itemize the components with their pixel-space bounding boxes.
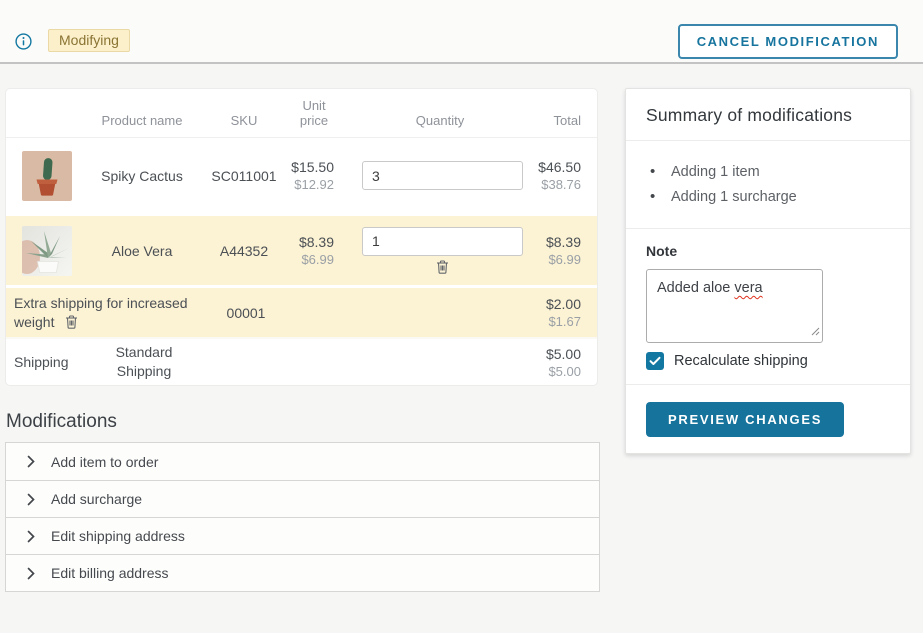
chevron-right-icon (27, 493, 35, 506)
chevron-right-icon (27, 567, 35, 580)
total-cell: $8.39 $6.99 (534, 234, 597, 267)
total-cell: $46.50 $38.76 (534, 159, 597, 192)
recalculate-shipping-checkbox-row[interactable]: Recalculate shipping (646, 352, 890, 370)
quantity-cell (346, 161, 534, 190)
surcharge-label: Extra shipping for increased weight (14, 295, 188, 330)
unit-price-cell: $15.50 $12.92 (284, 159, 346, 192)
total-cell: $5.00 $5.00 (206, 346, 597, 379)
note-textarea[interactable]: Added aloe vera (646, 269, 823, 343)
unit-price-cell: $8.39 $6.99 (284, 234, 346, 267)
shipping-method: Standard Shipping (82, 343, 206, 381)
top-status-bar: Modifying CANCEL MODIFICATION (0, 0, 923, 64)
panel-actions-section: PREVIEW CHANGES (626, 384, 910, 453)
aloe-vera-photo (22, 226, 72, 276)
recalculate-shipping-checkbox[interactable] (646, 352, 664, 370)
quantity-cell (346, 227, 534, 275)
preview-changes-button[interactable]: PREVIEW CHANGES (646, 402, 844, 437)
table-row-extra-shipping-surcharge: Extra shipping for increased weight 0000… (6, 285, 597, 337)
product-image-cell (6, 151, 80, 201)
delete-item-button[interactable] (435, 259, 450, 275)
misspelled-word: vera (734, 280, 762, 296)
spiky-cactus-photo (22, 151, 72, 201)
total-cell: $2.00 $1.67 (286, 296, 597, 329)
summary-panel-title: Summary of modifications (646, 105, 890, 126)
note-label: Note (646, 243, 890, 259)
column-header-sku: SKU (204, 113, 284, 128)
modifications-accordion: Add item to order Add surcharge Edit shi… (5, 442, 600, 592)
accordion-add-surcharge[interactable]: Add surcharge (6, 480, 599, 517)
surcharge-sku: 00001 (206, 305, 286, 321)
quantity-input-spiky-cactus[interactable] (362, 161, 523, 190)
table-row-shipping: Shipping Standard Shipping $5.00 $5.00 (6, 337, 597, 385)
shipping-row-label: Shipping (6, 354, 82, 370)
product-name: Aloe Vera (80, 243, 204, 259)
column-header-unit-price: Unit price (284, 98, 346, 128)
summary-bullets-section: Adding 1 item Adding 1 surcharge (626, 140, 910, 228)
column-header-product-name: Product name (80, 113, 204, 128)
info-icon[interactable] (15, 33, 32, 50)
checkmark-icon (649, 356, 661, 366)
chevron-right-icon (27, 455, 35, 468)
status-badge: Modifying (48, 29, 130, 52)
accordion-edit-billing-address[interactable]: Edit billing address (6, 554, 599, 591)
delete-surcharge-button[interactable] (64, 314, 79, 330)
recalculate-shipping-label: Recalculate shipping (674, 353, 808, 369)
textarea-resize-handle-icon[interactable] (811, 324, 820, 340)
chevron-right-icon (27, 530, 35, 543)
table-row-spiky-cactus: Spiky Cactus SC011001 $15.50 $12.92 $46.… (6, 137, 597, 213)
product-image-cell (6, 226, 80, 276)
trash-icon (435, 259, 450, 275)
summary-of-modifications-panel: Summary of modifications Adding 1 item A… (625, 88, 911, 454)
note-section: Note Added aloe vera Recalculate shippin… (626, 228, 910, 384)
quantity-input-aloe-vera[interactable] (362, 227, 523, 256)
table-header-row: Product name SKU Unit price Quantity Tot… (6, 89, 597, 137)
column-header-total: Total (534, 113, 597, 128)
summary-item: Adding 1 surcharge (646, 189, 890, 205)
summary-title-section: Summary of modifications (626, 89, 910, 140)
order-items-table: Product name SKU Unit price Quantity Tot… (5, 88, 598, 386)
modifications-section: Modifications Add item to order Add surc… (5, 411, 600, 592)
trash-icon (64, 314, 79, 330)
accordion-add-item-to-order[interactable]: Add item to order (6, 443, 599, 480)
product-name: Spiky Cactus (80, 168, 204, 184)
cancel-modification-button[interactable]: CANCEL MODIFICATION (678, 24, 898, 59)
product-sku: SC011001 (204, 168, 284, 184)
column-header-quantity: Quantity (346, 113, 534, 128)
modification-summary-list: Adding 1 item Adding 1 surcharge (646, 164, 890, 205)
accordion-edit-shipping-address[interactable]: Edit shipping address (6, 517, 599, 554)
product-sku: A44352 (204, 243, 284, 259)
table-row-aloe-vera: Aloe Vera A44352 $8.39 $6.99 $8.39 $6.99 (6, 213, 597, 285)
surcharge-label-cell: Extra shipping for increased weight (6, 294, 206, 332)
summary-item: Adding 1 item (646, 164, 890, 180)
modifications-title: Modifications (6, 411, 600, 433)
